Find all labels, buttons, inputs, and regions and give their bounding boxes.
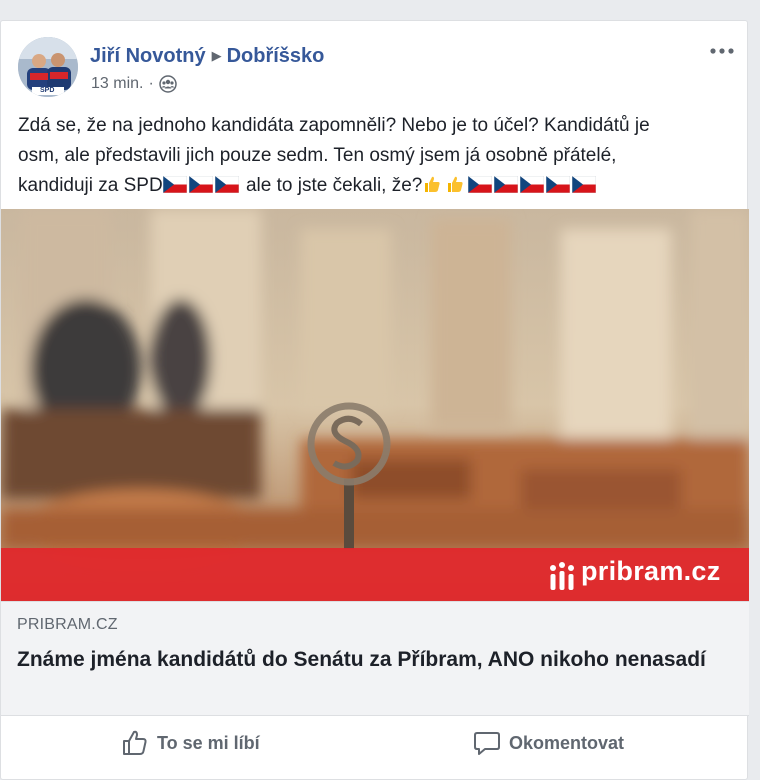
czech-flag-icon bbox=[188, 176, 213, 193]
more-options-icon[interactable] bbox=[707, 41, 737, 61]
comment-label: Okomentovat bbox=[509, 732, 625, 753]
triangle-right-icon: ▶ bbox=[211, 48, 222, 63]
thumbs-up-emoji-icon bbox=[448, 176, 463, 192]
link-title[interactable]: Známe jména kandidátů do Senátu za Příbr… bbox=[17, 644, 717, 675]
like-button[interactable]: To se mi líbí bbox=[121, 728, 260, 758]
link-preview-image[interactable]: pribram.cz bbox=[1, 209, 749, 601]
pribram-logo-icon bbox=[550, 562, 574, 590]
group-name[interactable]: Dobříšsko bbox=[227, 45, 325, 67]
thumbs-up-emoji-icon bbox=[425, 176, 440, 192]
post-text-line: Zdá se, že na jednoho kandidáta zapomněl… bbox=[18, 115, 650, 136]
czech-flag-icon bbox=[494, 176, 519, 193]
link-preview-meta[interactable]: PRIBRAM.CZ Známe jména kandidátů do Sená… bbox=[1, 601, 749, 716]
post-meta: 13 min. · bbox=[91, 75, 177, 93]
post-card: SPD Jiří Novotný ▶ Dobříšsko 13 min. · Z… bbox=[0, 20, 749, 780]
post-text-line: kandiduji za SPD ale to jste čekali, že? bbox=[18, 171, 730, 201]
comment-bubble-icon bbox=[473, 729, 501, 757]
thumbs-up-icon bbox=[121, 729, 149, 757]
post-actions: To se mi líbí Okomentovat bbox=[1, 716, 749, 776]
meta-separator: · bbox=[148, 75, 154, 92]
post-timestamp[interactable]: 13 min. bbox=[91, 75, 143, 93]
like-label: To se mi líbí bbox=[157, 732, 260, 753]
comment-button[interactable]: Okomentovat bbox=[473, 728, 624, 758]
image-brand-text: pribram.cz bbox=[581, 556, 721, 586]
group-icon[interactable] bbox=[159, 75, 177, 93]
link-domain: PRIBRAM.CZ bbox=[17, 616, 118, 633]
czech-flag-icon bbox=[572, 176, 597, 193]
czech-flag-icon bbox=[468, 176, 493, 193]
post-header: SPD Jiří Novotný ▶ Dobříšsko 13 min. · bbox=[18, 37, 734, 97]
avatar[interactable]: SPD bbox=[18, 37, 78, 97]
post-text: Zdá se, že na jednoho kandidáta zapomněl… bbox=[18, 111, 730, 201]
czech-flag-icon bbox=[546, 176, 571, 193]
post-text-line: osm, ale představili jich pouze sedm. Te… bbox=[18, 145, 617, 166]
czech-flag-icon bbox=[162, 176, 187, 193]
czech-flag-icon bbox=[214, 176, 239, 193]
avatar-text: SPD bbox=[40, 87, 55, 94]
author-name[interactable]: Jiří Novotný bbox=[90, 45, 206, 67]
post-text-segment: ale to jste čekali, že? bbox=[240, 175, 423, 196]
post-text-segment: kandiduji za SPD bbox=[18, 175, 163, 196]
czech-flag-icon bbox=[520, 176, 545, 193]
author-line: Jiří Novotný ▶ Dobříšsko bbox=[90, 45, 324, 68]
